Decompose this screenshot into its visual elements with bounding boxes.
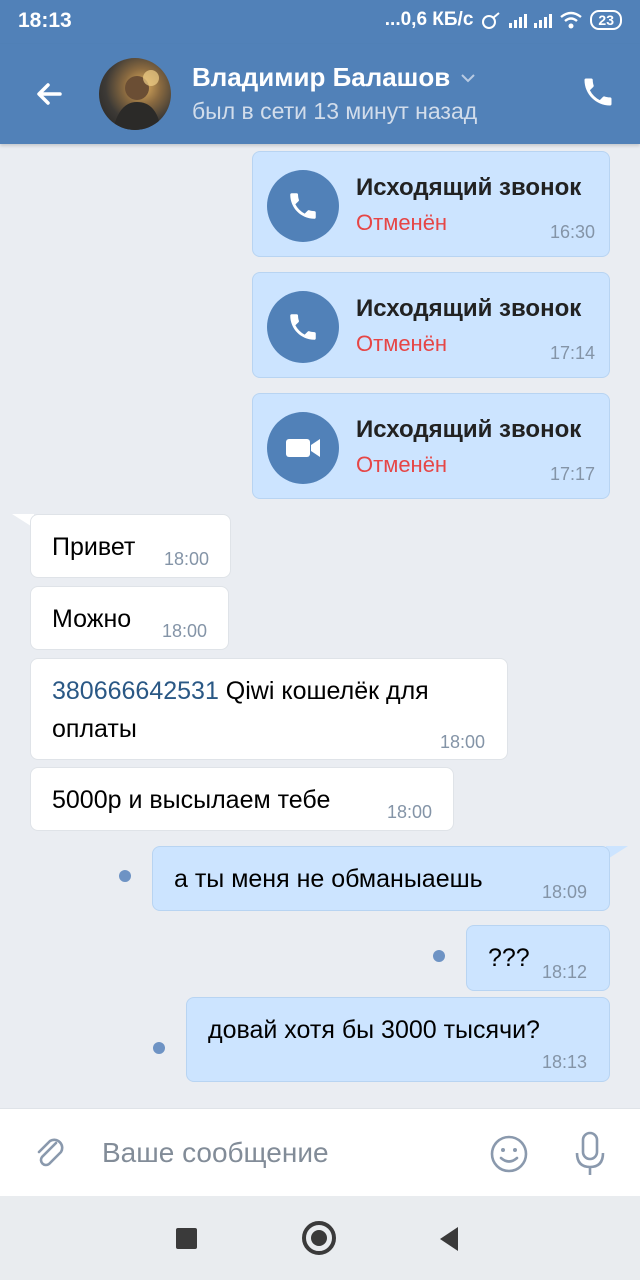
chevron-down-icon	[461, 73, 475, 82]
back-triangle-icon[interactable]	[438, 1226, 460, 1252]
link-icon	[482, 12, 501, 29]
message-time: 18:12	[542, 962, 588, 982]
message-text: ???	[488, 944, 530, 972]
chat-header: Владимир Балашов был в сети 13 минут наз…	[0, 44, 640, 144]
call-status: Отменён	[356, 331, 448, 356]
unread-indicator	[119, 870, 131, 882]
message-time: 18:00	[387, 802, 433, 822]
status-bar: 18:13 ...0,6 КБ/с 23	[0, 0, 640, 44]
recent-apps-button[interactable]	[176, 1228, 197, 1249]
paperclip-icon[interactable]	[30, 1133, 70, 1173]
message-input[interactable]: Ваше сообщение	[102, 1137, 329, 1169]
network-speed: ...0,6 КБ/с	[384, 9, 474, 30]
phone-icon	[267, 170, 339, 242]
contact-status: был в сети 13 минут назад	[192, 98, 478, 124]
message-time: 17:17	[549, 464, 595, 484]
phone-icon	[267, 291, 339, 363]
call-message[interactable]: Исходящий звонок Отменён 17:17	[252, 393, 610, 499]
call-title: Исходящий звонок	[356, 416, 582, 443]
message-time: 16:30	[549, 222, 595, 242]
message-time: 18:09	[542, 882, 588, 902]
contact-name: Владимир Балашов	[192, 62, 451, 92]
call-message[interactable]: Исходящий звонок Отменён 17:14	[252, 272, 610, 378]
battery-icon: 23	[590, 10, 622, 30]
contact-name-row[interactable]: Владимир Балашов	[192, 62, 476, 93]
system-nav-bar	[0, 1196, 640, 1280]
message-time: 18:13	[542, 1052, 588, 1072]
message-list[interactable]: Исходящий звонок Отменён 16:30 Исходящий…	[0, 144, 640, 1108]
message-composer: Ваше сообщение	[0, 1108, 640, 1197]
video-camera-icon	[267, 412, 339, 484]
message-bubble[interactable]: а ты меня не обманыаешь 18:09	[152, 846, 610, 911]
call-status: Отменён	[356, 210, 448, 235]
message-bubble[interactable]: 380666642531 Qiwi кошелёк для оплаты 18:…	[30, 658, 508, 760]
message-text: 380666642531 Qiwi кошелёк для	[52, 672, 429, 710]
status-icons: ...0,6 КБ/с 23	[385, 9, 622, 31]
back-arrow-icon[interactable]	[30, 74, 70, 114]
unread-indicator	[153, 1042, 165, 1054]
message-text: довай хотя бы 3000 тысячи?	[208, 1016, 540, 1044]
message-text: а ты меня не обманыаешь	[174, 865, 483, 893]
message-bubble[interactable]: 5000р и высылаем тебе 18:00	[30, 767, 454, 831]
home-dot	[311, 1230, 327, 1246]
message-time: 18:00	[162, 621, 208, 641]
wifi-icon	[560, 11, 583, 29]
phone-call-icon[interactable]	[580, 74, 616, 110]
message-bubble[interactable]: довай хотя бы 3000 тысячи? 18:13	[186, 997, 610, 1082]
message-time: 17:14	[549, 343, 595, 363]
message-text: Можно	[52, 605, 132, 633]
phone-number-link[interactable]: 380666642531	[52, 677, 219, 705]
call-title: Исходящий звонок	[356, 174, 582, 201]
call-title: Исходящий звонок	[356, 295, 582, 322]
call-status: Отменён	[356, 452, 448, 477]
message-time: 18:00	[440, 732, 486, 752]
message-bubble[interactable]: Привет 18:00	[30, 514, 231, 578]
avatar[interactable]	[99, 58, 171, 130]
call-message[interactable]: Исходящий звонок Отменён 16:30	[252, 151, 610, 257]
status-time: 18:13	[18, 9, 72, 32]
microphone-icon[interactable]	[572, 1131, 608, 1179]
message-text-line2: оплаты	[52, 715, 137, 743]
emoji-icon[interactable]	[488, 1133, 530, 1175]
message-bubble[interactable]: Можно 18:00	[30, 586, 229, 650]
signal-icon	[509, 12, 528, 28]
message-text: 5000р и высылаем тебе	[52, 786, 331, 814]
message-text-part: Qiwi кошелёк для	[218, 677, 429, 705]
message-text: Привет	[52, 533, 136, 561]
message-bubble[interactable]: ??? 18:12	[466, 925, 610, 991]
message-time: 18:00	[164, 549, 210, 569]
signal-icon-2	[534, 12, 553, 28]
unread-indicator	[433, 950, 445, 962]
home-button[interactable]	[302, 1221, 336, 1255]
